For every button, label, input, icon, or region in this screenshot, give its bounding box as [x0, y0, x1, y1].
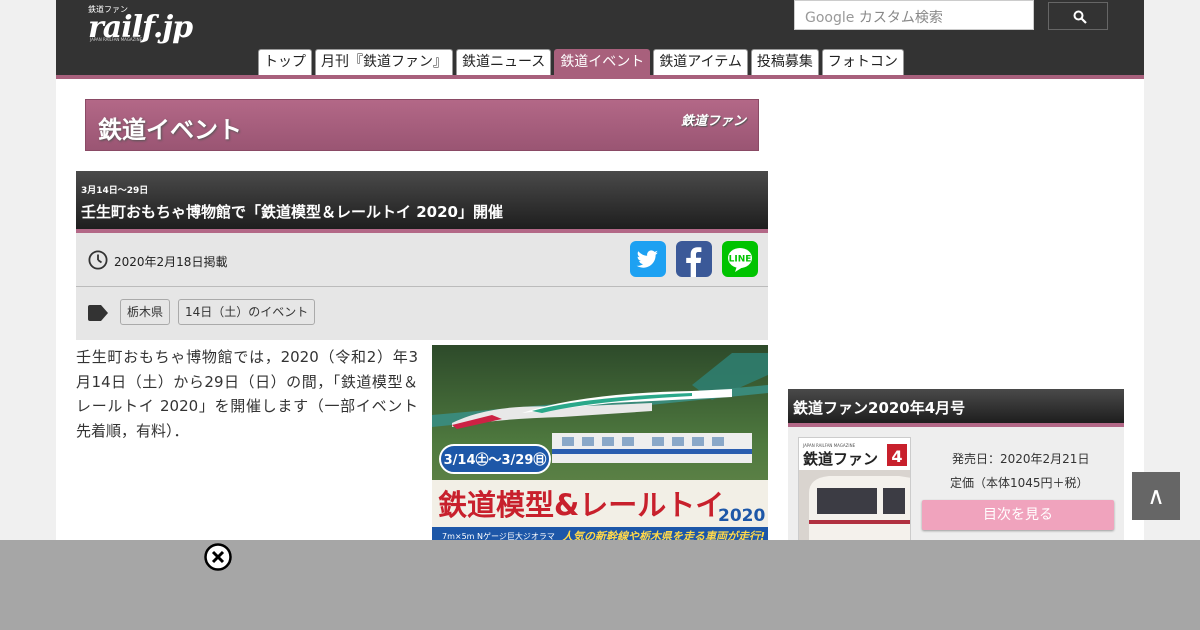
- tag-icon: [88, 305, 108, 321]
- magazine-release-date: 発売日：2020年2月21日: [952, 452, 1090, 466]
- back-to-top-button[interactable]: ∧: [1132, 472, 1180, 520]
- event-poster-image[interactable]: EXPRESS SPACIA 3/14㊏～3/29㊐ 鉄道模型&レールトイ 20…: [432, 345, 768, 545]
- nav-item-news[interactable]: 鉄道ニュース: [456, 49, 552, 75]
- cover-title-text: 鉄道ファン: [803, 450, 878, 468]
- bottom-ad-bar: [0, 540, 1200, 630]
- nav-item-monthly-magazine[interactable]: 月刊『鉄道ファン』: [315, 49, 453, 75]
- nav-item-submissions[interactable]: 投稿募集: [750, 49, 819, 75]
- tag-tochigi[interactable]: 栃木県: [120, 299, 171, 325]
- section-banner: 鉄道イベント 鉄道ファン: [85, 99, 759, 151]
- cover-small-text: JAPAN RAILFAN MAGAZINE: [802, 443, 856, 448]
- close-icon: [204, 543, 232, 571]
- sidebar-ad-space: [788, 99, 1124, 379]
- search-icon: [1073, 10, 1087, 24]
- posted-date: 2020年2月18日掲載: [114, 255, 228, 269]
- tag-list: 栃木県 14日（土）のイベント: [76, 287, 768, 340]
- section-banner-brand: 鉄道ファン: [680, 114, 746, 129]
- svg-text:LINE: LINE: [729, 255, 752, 265]
- tag-saturday-14th-events[interactable]: 14日（土）のイベント: [178, 299, 316, 325]
- magazine-header: 鉄道ファン2020年4月号: [788, 389, 1124, 427]
- page-wrapper: 鉄道ファン railf.jp JAPAN RAILFAN MAGAZINE Go…: [56, 0, 1144, 630]
- facebook-icon: [686, 247, 702, 277]
- close-ad-button[interactable]: [204, 543, 232, 571]
- nav-item-photo-contest[interactable]: フォトコン: [821, 49, 904, 75]
- magazine-cover-image[interactable]: JAPAN RAILFAN MAGAZINE 鉄道ファン 4: [798, 437, 911, 547]
- article-body: 壬生町おもちゃ博物館では，2020（令和2）年3月14日（土）から29日（日）の…: [76, 348, 418, 440]
- site-logo[interactable]: 鉄道ファン railf.jp JAPAN RAILFAN MAGAZINE: [86, 4, 196, 45]
- line-icon: LINE: [728, 248, 752, 272]
- nav-item-items[interactable]: 鉄道アイテム: [653, 49, 748, 75]
- magazine-panel: JAPAN RAILFAN MAGAZINE 鉄道ファン 4 発売日：2020年…: [788, 427, 1124, 547]
- share-twitter-button[interactable]: [630, 241, 666, 277]
- magazine-issue-title: 鉄道ファン2020年4月号: [793, 399, 966, 417]
- search-brand-label: Google: [805, 10, 855, 26]
- search-button[interactable]: [1048, 2, 1108, 30]
- nav-item-events[interactable]: 鉄道イベント: [554, 49, 651, 75]
- logo-sub-text: JAPAN RAILFAN MAGAZINE: [90, 37, 143, 42]
- search-placeholder: カスタム検索: [858, 10, 943, 26]
- twitter-icon: [636, 250, 658, 268]
- nav-item-top[interactable]: トップ: [258, 49, 312, 75]
- share-line-button[interactable]: LINE: [722, 241, 758, 277]
- cover-issue-number: 4: [891, 447, 902, 466]
- poster-dates: 3/14㊏～3/29㊐: [444, 452, 547, 468]
- magazine-price: 定価（本体1045円＋税）: [950, 476, 1089, 490]
- main-nav: トップ 月刊『鉄道ファン』 鉄道ニュース 鉄道イベント 鉄道アイテム 投稿募集 …: [258, 49, 904, 75]
- article-header: 3月14日〜29日 壬生町おもちゃ博物館で「鉄道模型＆レールトイ 2020」開催: [76, 171, 768, 233]
- share-facebook-button[interactable]: [676, 241, 712, 277]
- view-contents-button[interactable]: 目次を見る: [922, 500, 1114, 530]
- article-meta: 2020年2月18日掲載 LINE: [76, 233, 768, 287]
- site-header: 鉄道ファン railf.jp JAPAN RAILFAN MAGAZINE Go…: [56, 0, 1144, 79]
- article-title: 壬生町おもちゃ博物館で「鉄道模型＆レールトイ 2020」開催: [81, 203, 503, 221]
- search-input[interactable]: Google カスタム検索: [794, 0, 1034, 30]
- poster-title: 鉄道模型&レールトイ: [438, 488, 724, 522]
- clock-icon: [88, 250, 108, 270]
- section-banner-title: 鉄道イベント: [98, 116, 242, 144]
- event-date-range: 3月14日〜29日: [81, 186, 149, 196]
- poster-year: 2020: [718, 506, 765, 526]
